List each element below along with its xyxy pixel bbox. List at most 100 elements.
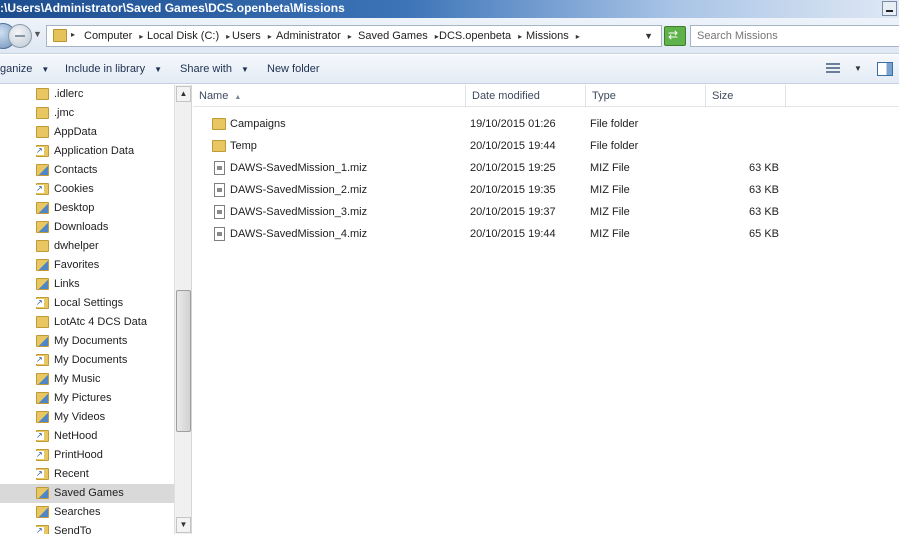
include-in-library-button[interactable]: Include in library ▼ bbox=[65, 63, 162, 75]
breadcrumb-item-local-disk[interactable]: Local Disk (C:) ▸ bbox=[147, 30, 230, 42]
nav-item-nethood[interactable]: NetHood bbox=[0, 427, 174, 446]
scroll-up-arrow-icon[interactable]: ▲ bbox=[176, 86, 191, 102]
folder-icon bbox=[212, 118, 226, 130]
nav-item-jmc[interactable]: .jmc bbox=[0, 104, 174, 123]
nav-item-searches[interactable]: Searches bbox=[0, 503, 174, 522]
chevron-right-icon[interactable]: ▸ bbox=[348, 32, 352, 41]
nav-pane-scrollbar[interactable]: ▲ ▼ bbox=[174, 85, 192, 534]
file-type: MIZ File bbox=[590, 184, 630, 196]
file-date: 20/10/2015 19:44 bbox=[470, 228, 556, 240]
preview-pane-icon[interactable] bbox=[877, 62, 893, 76]
file-row-temp[interactable]: Temp 20/10/2015 19:44 File folder bbox=[193, 136, 899, 158]
music-folder-icon bbox=[36, 373, 49, 385]
file-date: 20/10/2015 19:25 bbox=[470, 162, 556, 174]
nav-item-my-videos[interactable]: My Videos bbox=[0, 408, 174, 427]
nav-item-recent[interactable]: Recent bbox=[0, 465, 174, 484]
nav-item-local-settings[interactable]: Local Settings bbox=[0, 294, 174, 313]
view-options-dropdown-icon[interactable]: ▼ bbox=[854, 64, 862, 73]
nav-item-downloads[interactable]: Downloads bbox=[0, 218, 174, 237]
file-type: File folder bbox=[590, 118, 639, 130]
breadcrumb-item-administrator[interactable]: Administrator ▸ bbox=[276, 30, 352, 42]
dropdown-arrow-icon: ▼ bbox=[41, 65, 50, 74]
nav-item-saved-games[interactable]: Saved Games bbox=[0, 484, 174, 503]
nav-item-printhood[interactable]: PrintHood bbox=[0, 446, 174, 465]
breadcrumb-item-dcs-openbeta[interactable]: DCS.openbeta ▸ bbox=[439, 30, 522, 42]
column-header-row: Name ▲ Date modified Type Size bbox=[193, 85, 899, 107]
shortcut-folder-icon bbox=[36, 430, 49, 442]
file-list-pane: Name ▲ Date modified Type Size Campaigns … bbox=[193, 85, 899, 534]
address-history-dropdown-icon[interactable]: ▼ bbox=[644, 31, 653, 41]
title-bar: :\Users\Administrator\Saved Games\DCS.op… bbox=[0, 0, 899, 18]
new-folder-button[interactable]: New folder bbox=[267, 63, 320, 75]
file-date: 20/10/2015 19:37 bbox=[470, 206, 556, 218]
nav-item-lotatc[interactable]: LotAtc 4 DCS Data bbox=[0, 313, 174, 332]
shortcut-folder-icon bbox=[36, 525, 49, 534]
file-row-mission-3[interactable]: DAWS-SavedMission_3.miz 20/10/2015 19:37… bbox=[193, 202, 899, 224]
chevron-right-icon[interactable]: ▸ bbox=[268, 32, 272, 41]
nav-item-appdata[interactable]: AppData bbox=[0, 123, 174, 142]
column-header-type[interactable]: Type bbox=[586, 85, 706, 107]
links-folder-icon bbox=[36, 278, 49, 290]
searches-folder-icon bbox=[36, 506, 49, 518]
shortcut-folder-icon bbox=[36, 145, 49, 157]
breadcrumb-item-computer[interactable]: Computer ▸ bbox=[84, 30, 143, 42]
breadcrumb[interactable]: ▸ Computer ▸ Local Disk (C:) ▸ Users ▸ Admi… bbox=[46, 25, 662, 47]
saved-games-folder-icon bbox=[36, 487, 49, 499]
search-input[interactable] bbox=[691, 26, 899, 46]
nav-item-my-pictures[interactable]: My Pictures bbox=[0, 389, 174, 408]
file-row-mission-1[interactable]: DAWS-SavedMission_1.miz 20/10/2015 19:25… bbox=[193, 158, 899, 180]
breadcrumb-item-missions[interactable]: Missions ▸ bbox=[526, 30, 580, 42]
nav-item-dwhelper[interactable]: dwhelper bbox=[0, 237, 174, 256]
chevron-right-icon[interactable]: ▸ bbox=[576, 32, 580, 41]
refresh-icon[interactable] bbox=[664, 26, 686, 46]
chevron-right-icon[interactable]: ▸ bbox=[518, 32, 522, 41]
file-row-mission-2[interactable]: DAWS-SavedMission_2.miz 20/10/2015 19:35… bbox=[193, 180, 899, 202]
nav-item-application-data[interactable]: Application Data bbox=[0, 142, 174, 161]
nav-item-desktop[interactable]: Desktop bbox=[0, 199, 174, 218]
shortcut-folder-icon bbox=[36, 449, 49, 461]
chevron-right-icon[interactable]: ▸ bbox=[226, 32, 230, 41]
nav-item-sendto[interactable]: SendTo bbox=[0, 522, 174, 534]
breadcrumb-item-users[interactable]: Users ▸ bbox=[232, 30, 272, 42]
nav-item-cookies[interactable]: Cookies bbox=[0, 180, 174, 199]
column-header-size[interactable]: Size bbox=[706, 85, 786, 107]
downloads-folder-icon bbox=[36, 221, 49, 233]
address-toolbar: ▼ ▸ Computer ▸ Local Disk (C:) ▸ Users ▸ Ad… bbox=[0, 18, 899, 54]
file-size: 63 KB bbox=[749, 206, 779, 218]
column-header-name[interactable]: Name ▲ bbox=[193, 85, 466, 107]
nav-item-favorites[interactable]: Favorites bbox=[0, 256, 174, 275]
minimize-button[interactable] bbox=[882, 1, 897, 16]
navigation-pane: .idlerc .jmc AppData Application Data Co… bbox=[0, 85, 174, 534]
organize-button[interactable]: ganize ▼ bbox=[0, 63, 49, 75]
forward-button[interactable] bbox=[8, 24, 32, 48]
column-header-date-modified[interactable]: Date modified bbox=[466, 85, 586, 107]
breadcrumb-item-saved-games[interactable]: Saved Games ▸ bbox=[358, 30, 439, 42]
miz-file-icon bbox=[214, 183, 225, 197]
file-type: MIZ File bbox=[590, 162, 630, 174]
nav-item-contacts[interactable]: Contacts bbox=[0, 161, 174, 180]
shortcut-folder-icon bbox=[36, 183, 49, 195]
change-view-icon[interactable] bbox=[826, 63, 840, 75]
file-date: 20/10/2015 19:44 bbox=[470, 140, 556, 152]
file-row-campaigns[interactable]: Campaigns 19/10/2015 01:26 File folder bbox=[193, 114, 899, 136]
file-row-mission-4[interactable]: DAWS-SavedMission_4.miz 20/10/2015 19:44… bbox=[193, 224, 899, 246]
scroll-down-arrow-icon[interactable]: ▼ bbox=[176, 517, 191, 533]
recent-pages-dropdown-icon[interactable]: ▼ bbox=[33, 29, 42, 39]
nav-item-my-music[interactable]: My Music bbox=[0, 370, 174, 389]
folder-icon bbox=[212, 140, 226, 152]
nav-item-idlerc[interactable]: .idlerc bbox=[0, 85, 174, 104]
chevron-right-icon[interactable]: ▸ bbox=[139, 32, 143, 41]
nav-item-my-documents-shortcut[interactable]: My Documents bbox=[0, 351, 174, 370]
file-size: 63 KB bbox=[749, 162, 779, 174]
share-with-button[interactable]: Share with ▼ bbox=[180, 63, 249, 75]
file-type: File folder bbox=[590, 140, 639, 152]
chevron-down-icon[interactable]: ▸ bbox=[71, 30, 75, 39]
scrollbar-thumb[interactable] bbox=[176, 290, 191, 432]
pictures-folder-icon bbox=[36, 392, 49, 404]
nav-item-my-documents[interactable]: My Documents bbox=[0, 332, 174, 351]
miz-file-icon bbox=[214, 205, 225, 219]
search-box[interactable] bbox=[690, 25, 899, 47]
nav-item-links[interactable]: Links bbox=[0, 275, 174, 294]
file-date: 19/10/2015 01:26 bbox=[470, 118, 556, 130]
miz-file-icon bbox=[214, 227, 225, 241]
